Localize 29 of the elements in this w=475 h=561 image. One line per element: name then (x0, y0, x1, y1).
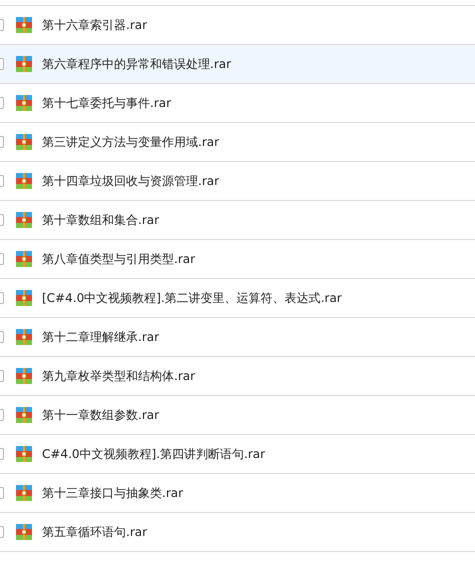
file-name: 第八章值类型与引用类型.rar (42, 250, 196, 268)
file-name: 第三讲定义方法与变量作用域.rar (42, 134, 220, 150)
archive-icon (16, 524, 32, 540)
archive-icon (16, 485, 32, 501)
archive-icon (16, 407, 32, 423)
file-name: 第十三章接口与抽象类.rar (42, 484, 184, 502)
file-name: 第十六章索引器.rar (42, 16, 148, 34)
file-name: [C#4.0中文视频教程].第二讲变里、运算符、表达式.rar (42, 290, 342, 306)
archive-icon (16, 290, 32, 306)
archive-icon (16, 329, 32, 345)
archive-icon (16, 95, 32, 111)
file-name: 第十二章理解继承.rar (42, 328, 160, 346)
archive-icon (16, 134, 32, 150)
file-name: 第十章数组和集合.rar (42, 212, 160, 228)
file-name: C#4.0中文视频教程].第四讲判断语句.rar (42, 446, 266, 462)
archive-icon (16, 368, 32, 384)
archive-icon (16, 212, 32, 228)
file-name: 第十四章垃圾回收与资源管理.rar (42, 172, 220, 190)
file-row[interactable]: 第六章程序中的异常和错误处理.rar (0, 45, 475, 84)
archive-icon (16, 56, 32, 72)
file-name: 第十一章数组参数.rar (42, 406, 160, 424)
file-name: 第九章枚举类型和结构体.rar (42, 368, 196, 384)
archive-icon (16, 446, 32, 462)
file-name: 第十七章委托与事件.rar (42, 94, 172, 112)
file-name: 第六章程序中的异常和错误处理.rar (42, 56, 232, 72)
archive-icon (16, 251, 32, 267)
archive-icon (16, 173, 32, 189)
file-name: 第五章循环语句.rar (42, 524, 148, 540)
archive-icon (16, 17, 32, 33)
